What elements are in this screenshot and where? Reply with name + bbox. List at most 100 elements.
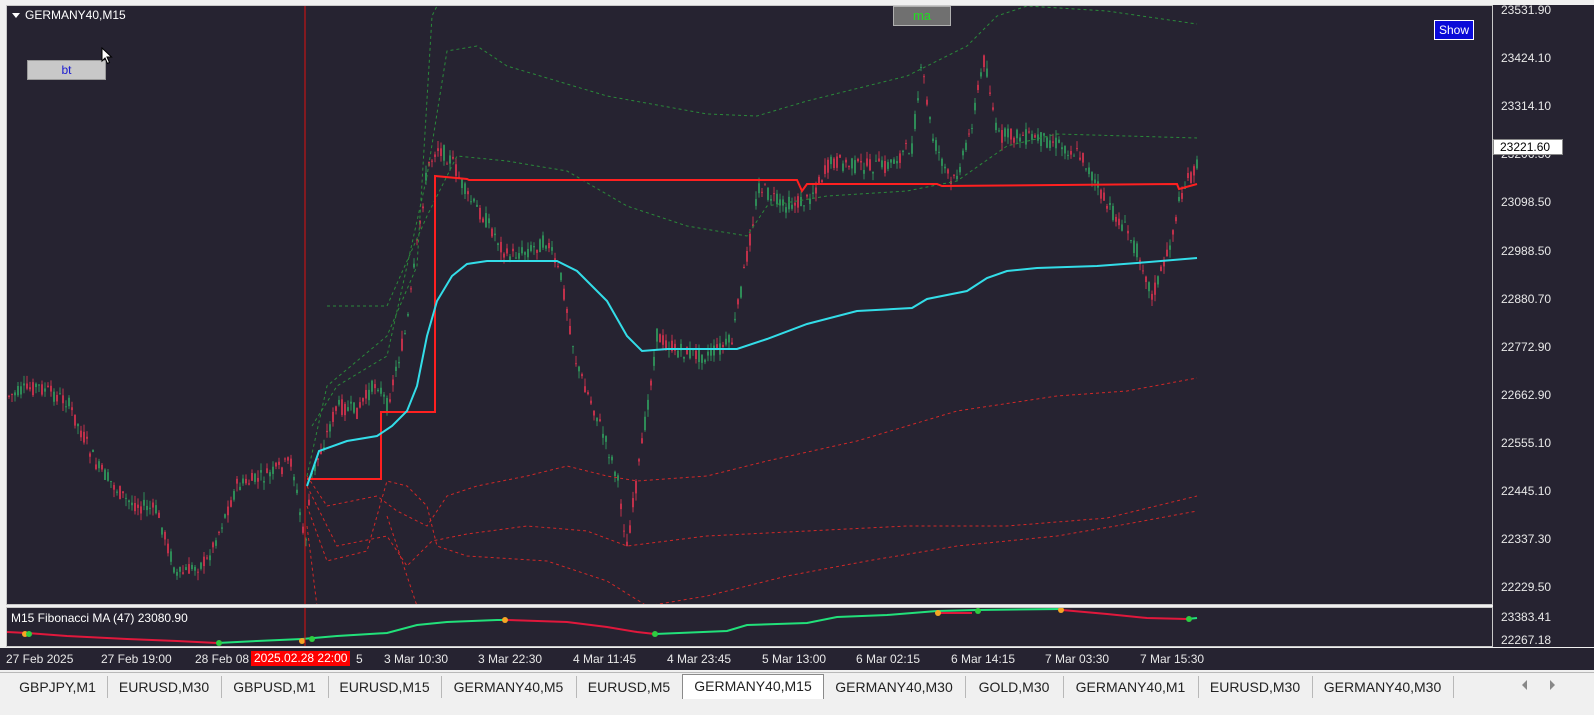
candle-body (1118, 218, 1120, 226)
signal-dot (299, 638, 305, 644)
chart-tab[interactable]: GERMANY40,M5 (441, 676, 577, 698)
status-strip (0, 700, 1594, 715)
candle-body (728, 334, 730, 343)
candle-body (824, 165, 826, 174)
signal-dot (1186, 616, 1192, 622)
show-button[interactable]: Show (1434, 20, 1474, 40)
candle-body (62, 395, 64, 404)
candle-body (659, 334, 661, 343)
candle-body (650, 380, 652, 386)
candle-body (1121, 224, 1123, 231)
chart-tab[interactable]: GERMANY40,M1 (1063, 676, 1199, 698)
candle-body (761, 191, 763, 193)
candle-body (1040, 132, 1042, 146)
chart-tab[interactable]: EURUSD,M15 (328, 676, 442, 698)
chart-tab[interactable]: GOLD,M30 (965, 676, 1064, 698)
candle-body (971, 127, 973, 129)
candle-body (653, 356, 655, 366)
candle-body (614, 471, 616, 477)
candle-body (830, 156, 832, 165)
candle-body (224, 514, 226, 518)
candle-body (290, 458, 292, 467)
chart-tab[interactable]: GBPJPY,M1 (8, 676, 108, 698)
candle-body (14, 392, 16, 396)
candle-body (1157, 276, 1159, 285)
candle-body (1028, 131, 1030, 133)
candle-body (287, 457, 289, 461)
candle-body (704, 359, 706, 363)
candle-body (776, 193, 778, 205)
candle-body (605, 436, 607, 442)
candle-body (1034, 135, 1036, 138)
candle-body (242, 478, 244, 484)
candle-body (1061, 147, 1063, 150)
tab-scroll-left-icon[interactable] (1522, 680, 1527, 690)
chart-tab[interactable]: GERMANY40,M30 (823, 676, 966, 698)
candlestick-plot[interactable] (7, 6, 1493, 605)
bt-button[interactable]: bt (27, 60, 106, 80)
candle-body (434, 154, 436, 157)
candle-body (746, 250, 748, 262)
candle-body (1091, 172, 1093, 181)
candle-body (1169, 245, 1171, 250)
candle-body (137, 504, 139, 508)
chart-tab-active[interactable]: GERMANY40,M15 (682, 674, 824, 699)
signal-dot (935, 610, 941, 616)
candle-body (863, 169, 865, 174)
signal-dot (652, 631, 658, 637)
candle-body (734, 318, 736, 321)
step-level-line (307, 174, 1198, 480)
collapse-triangle-icon[interactable] (12, 13, 20, 19)
chart-tab[interactable]: EURUSD,M5 (576, 676, 683, 698)
candle-body (665, 340, 667, 349)
signal-dot (502, 617, 508, 623)
candle-body (1103, 192, 1105, 201)
candle-body (1175, 217, 1177, 222)
fibonacci-ma-plot (7, 608, 1198, 646)
candle-body (449, 155, 451, 164)
candle-body (392, 379, 394, 386)
candle-body (215, 540, 217, 546)
candle-body (473, 198, 475, 202)
candle-body (935, 140, 937, 151)
candle-body (260, 470, 262, 473)
price-scale[interactable]: 23531.90 23424.10 23314.10 23206.30 2309… (1493, 3, 1594, 647)
candle-body (620, 503, 622, 510)
candle-body (794, 202, 796, 206)
candle-body (77, 423, 79, 427)
candle-body (608, 457, 610, 459)
candle-body (896, 160, 898, 164)
candle-body (365, 389, 367, 399)
candle-body (521, 247, 523, 254)
candle-body (452, 156, 454, 159)
candle-body (185, 567, 187, 570)
candle-body (353, 402, 355, 413)
candle-body (1133, 240, 1135, 253)
candle-body (395, 366, 397, 371)
tab-scroll-right-icon[interactable] (1550, 680, 1555, 690)
candle-body (1178, 196, 1180, 202)
candle-body (35, 383, 37, 388)
candle-body (911, 143, 913, 154)
price-chart[interactable]: GERMANY40,M15 bt ma Show (6, 5, 1493, 605)
candle-body (98, 461, 100, 469)
ma-button[interactable]: ma (893, 6, 951, 26)
candle-body (74, 414, 76, 426)
candle-body (764, 184, 766, 186)
chart-tab[interactable]: EURUSD,M30 (107, 676, 222, 698)
symbol-title[interactable]: GERMANY40,M15 (12, 8, 126, 22)
candle-body (710, 349, 712, 356)
candle-body (602, 433, 604, 438)
candle-body (920, 66, 922, 68)
time-axis[interactable]: 27 Feb 2025 27 Feb 19:00 28 Feb 08 2025.… (0, 648, 1594, 670)
candle-body (344, 403, 346, 416)
candle-body (530, 245, 532, 251)
indicator-panel[interactable]: M15 Fibonacci MA (47) 23080.90 (6, 607, 1493, 647)
candle-body (500, 241, 502, 253)
price-label: 22337.30 (1501, 532, 1552, 546)
candle-body (770, 199, 772, 201)
candle-body (398, 361, 400, 364)
chart-tab[interactable]: EURUSD,M30 (1198, 676, 1313, 698)
chart-tab[interactable]: GBPUSD,M1 (221, 676, 329, 698)
chart-tab[interactable]: GERMANY40,M30 (1312, 676, 1454, 698)
